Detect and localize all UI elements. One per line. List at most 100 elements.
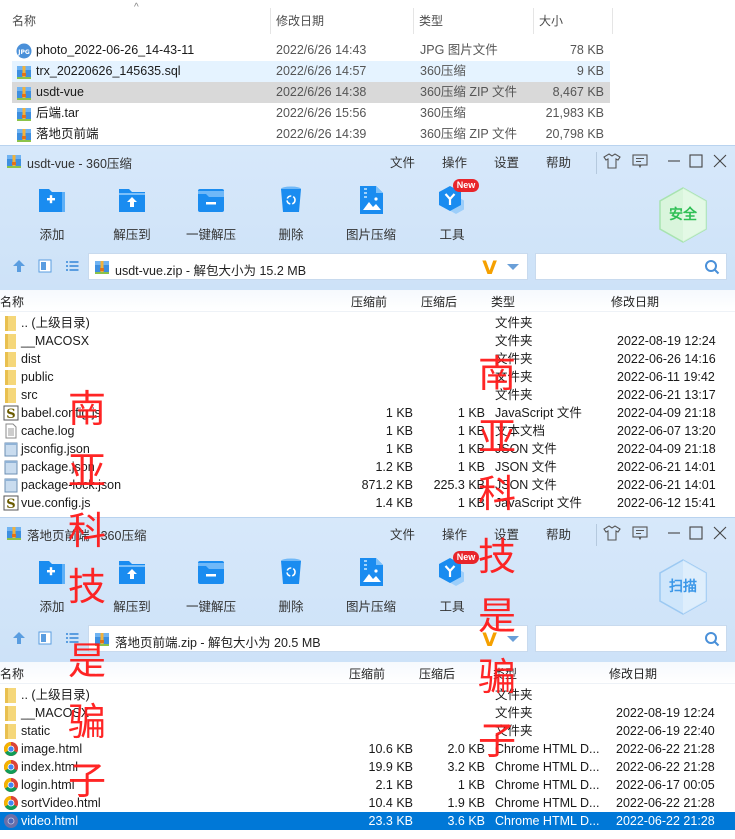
folder-icon bbox=[3, 333, 19, 349]
file-row[interactable]: .. (上级目录) 文件夹 bbox=[0, 314, 735, 332]
file-row[interactable]: JPG photo_2022-06-26_14-43-11 2022/6/26 14… bbox=[12, 40, 610, 61]
column-after-size[interactable]: 压缩后 bbox=[419, 665, 455, 682]
security-shield-button[interactable]: 安全 bbox=[657, 186, 709, 244]
minimize-icon[interactable] bbox=[665, 524, 683, 542]
file-row[interactable]: login.html 2.1 KB 1 KB Chrome HTML D... 2022… bbox=[0, 776, 735, 794]
file-row[interactable]: __MACOSX 文件夹 2022-08-19 12:24 bbox=[0, 332, 735, 350]
close-icon[interactable] bbox=[711, 524, 729, 542]
menu-file[interactable]: 文件 bbox=[390, 524, 415, 543]
vip-v-icon[interactable]: V bbox=[482, 257, 497, 279]
folder-icon bbox=[3, 315, 19, 331]
menu-settings[interactable]: 设置 bbox=[494, 524, 519, 543]
file-row[interactable]: video.html 23.3 KB 3.6 KB Chrome HTML D... 2… bbox=[0, 812, 735, 830]
delete-button[interactable]: 删除 bbox=[255, 184, 327, 244]
view-thumbnail-button[interactable] bbox=[38, 259, 52, 273]
image-compress-button[interactable]: 图片压缩 bbox=[335, 556, 407, 616]
file-row[interactable]: sortVideo.html 10.4 KB 1.9 KB Chrome HTML D… bbox=[0, 794, 735, 812]
menu-file[interactable]: 文件 bbox=[390, 152, 415, 171]
column-name[interactable]: 名称 bbox=[8, 8, 36, 34]
search-input[interactable] bbox=[535, 253, 727, 280]
menu-settings[interactable]: 设置 bbox=[494, 152, 519, 171]
file-row[interactable]: index.html 19.9 KB 3.2 KB Chrome HTML D... 2… bbox=[0, 758, 735, 776]
tools-button[interactable]: 工具 bbox=[416, 184, 488, 244]
view-list-button[interactable] bbox=[65, 631, 79, 645]
column-name[interactable]: 名称 bbox=[0, 665, 24, 682]
go-up-button[interactable] bbox=[12, 631, 26, 645]
skin-shirt-icon[interactable] bbox=[603, 152, 621, 170]
add-button[interactable]: 添加 bbox=[16, 556, 88, 616]
file-row[interactable]: __MACOSX 文件夹 2022-08-19 12:24 bbox=[0, 704, 735, 722]
view-thumbnail-button[interactable] bbox=[38, 631, 52, 645]
column-modified-date[interactable]: 修改日期 bbox=[609, 665, 657, 682]
close-icon[interactable] bbox=[711, 152, 729, 170]
view-list-button[interactable] bbox=[65, 259, 79, 273]
search-icon[interactable] bbox=[704, 259, 720, 275]
column-before-size[interactable]: 压缩前 bbox=[351, 293, 387, 310]
file-row[interactable]: public 文件夹 2022-06-11 19:42 bbox=[0, 368, 735, 386]
search-input[interactable] bbox=[535, 625, 727, 652]
file-row[interactable]: static 文件夹 2022-06-19 22:40 bbox=[0, 722, 735, 740]
security-shield-button[interactable]: 扫描 bbox=[657, 558, 709, 616]
file-type: 文件夹 bbox=[495, 388, 533, 402]
feedback-icon[interactable] bbox=[631, 524, 649, 542]
file-row[interactable]: 后端.tar 2022/6/26 15:56 360压缩 21,983 KB bbox=[12, 103, 610, 124]
column-type[interactable]: 类型 bbox=[491, 293, 515, 310]
column-modified-date[interactable]: 修改日期 bbox=[611, 293, 659, 310]
tools-button[interactable]: 工具 bbox=[416, 556, 488, 616]
file-row[interactable]: trx_20220626_145635.sql 2022/6/26 14:57 36… bbox=[12, 61, 610, 82]
vip-v-icon[interactable]: V bbox=[482, 629, 497, 651]
search-icon[interactable] bbox=[704, 631, 720, 647]
column-divider[interactable] bbox=[413, 8, 414, 34]
file-row[interactable]: usdt-vue 2022/6/26 14:38 360压缩 ZIP 文件 8,467… bbox=[12, 82, 610, 103]
file-name: __MACOSX bbox=[21, 706, 90, 720]
file-row[interactable]: src 文件夹 2022-06-21 13:17 bbox=[0, 386, 735, 404]
image-compress-button[interactable]: 图片压缩 bbox=[335, 184, 407, 244]
file-row[interactable]: cache.log 1 KB 1 KB 文本文档 2022-06-07 13:20 bbox=[0, 422, 735, 440]
column-type[interactable]: 类型 bbox=[415, 8, 443, 34]
title-bar[interactable]: usdt-vue - 360压缩 文件 操作 设置 帮助 bbox=[0, 146, 735, 176]
add-button[interactable]: 添加 bbox=[16, 184, 88, 244]
column-divider[interactable] bbox=[270, 8, 271, 34]
file-row[interactable]: .. (上级目录) 文件夹 bbox=[0, 686, 735, 704]
minimize-icon[interactable] bbox=[665, 152, 683, 170]
skin-shirt-icon[interactable] bbox=[603, 524, 621, 542]
address-input[interactable]: usdt-vue.zip - 解包大小为 15.2 MB V bbox=[88, 253, 528, 280]
one-click-extract-button[interactable]: 一键解压 bbox=[175, 184, 247, 244]
go-up-button[interactable] bbox=[12, 259, 26, 273]
column-after-size[interactable]: 压缩后 bbox=[421, 293, 457, 310]
dropdown-arrow-icon[interactable] bbox=[507, 264, 519, 270]
menu-operation[interactable]: 操作 bbox=[442, 524, 467, 543]
menu-operation[interactable]: 操作 bbox=[442, 152, 467, 171]
file-row[interactable]: Sbabel.config.js 1 KB 1 KB JavaScript 文件 202… bbox=[0, 404, 735, 422]
extract-to-button[interactable]: 解压到 bbox=[96, 184, 168, 244]
menu-help[interactable]: 帮助 bbox=[546, 152, 571, 171]
title-bar[interactable]: 落地页前端 - 360压缩 文件 操作 设置 帮助 bbox=[0, 518, 735, 548]
size-after: 1 KB bbox=[457, 460, 485, 474]
file-type: JavaScript 文件 bbox=[495, 496, 582, 510]
file-row[interactable]: Svue.config.js 1.4 KB 1 KB JavaScript 文件 202… bbox=[0, 494, 735, 512]
dropdown-arrow-icon[interactable] bbox=[507, 636, 519, 642]
one-click-extract-icon bbox=[195, 184, 227, 216]
file-row[interactable]: package.json 1.2 KB 1 KB JSON 文件 2022-06-21 … bbox=[0, 458, 735, 476]
file-row[interactable]: 落地页前端 2022/6/26 14:39 360压缩 ZIP 文件 20,798 K… bbox=[12, 124, 610, 145]
file-row[interactable]: image.html 10.6 KB 2.0 KB Chrome HTML D... 2… bbox=[0, 740, 735, 758]
extract-to-button[interactable]: 解压到 bbox=[96, 556, 168, 616]
address-input[interactable]: 落地页前端.zip - 解包大小为 20.5 MB V bbox=[88, 625, 528, 652]
maximize-icon[interactable] bbox=[687, 524, 705, 542]
column-divider[interactable] bbox=[533, 8, 534, 34]
column-divider[interactable] bbox=[612, 8, 613, 34]
column-size[interactable]: 大小 bbox=[535, 8, 563, 34]
maximize-icon[interactable] bbox=[687, 152, 705, 170]
modified-date: 2022-06-21 14:01 bbox=[617, 478, 716, 492]
file-row[interactable]: dist 文件夹 2022-06-26 14:16 bbox=[0, 350, 735, 368]
delete-button[interactable]: 删除 bbox=[255, 556, 327, 616]
column-before-size[interactable]: 压缩前 bbox=[349, 665, 385, 682]
file-row[interactable]: package-lock.json 871.2 KB 225.3 KB JSON 文件… bbox=[0, 476, 735, 494]
menu-help[interactable]: 帮助 bbox=[546, 524, 571, 543]
column-date[interactable]: 修改日期 bbox=[272, 8, 324, 34]
feedback-icon[interactable] bbox=[631, 152, 649, 170]
column-type[interactable]: 类型 bbox=[493, 665, 517, 682]
file-row[interactable]: jsconfig.json 1 KB 1 KB JSON 文件 2022-04-09 2… bbox=[0, 440, 735, 458]
one-click-extract-button[interactable]: 一键解压 bbox=[175, 556, 247, 616]
column-name[interactable]: 名称 bbox=[0, 293, 24, 310]
